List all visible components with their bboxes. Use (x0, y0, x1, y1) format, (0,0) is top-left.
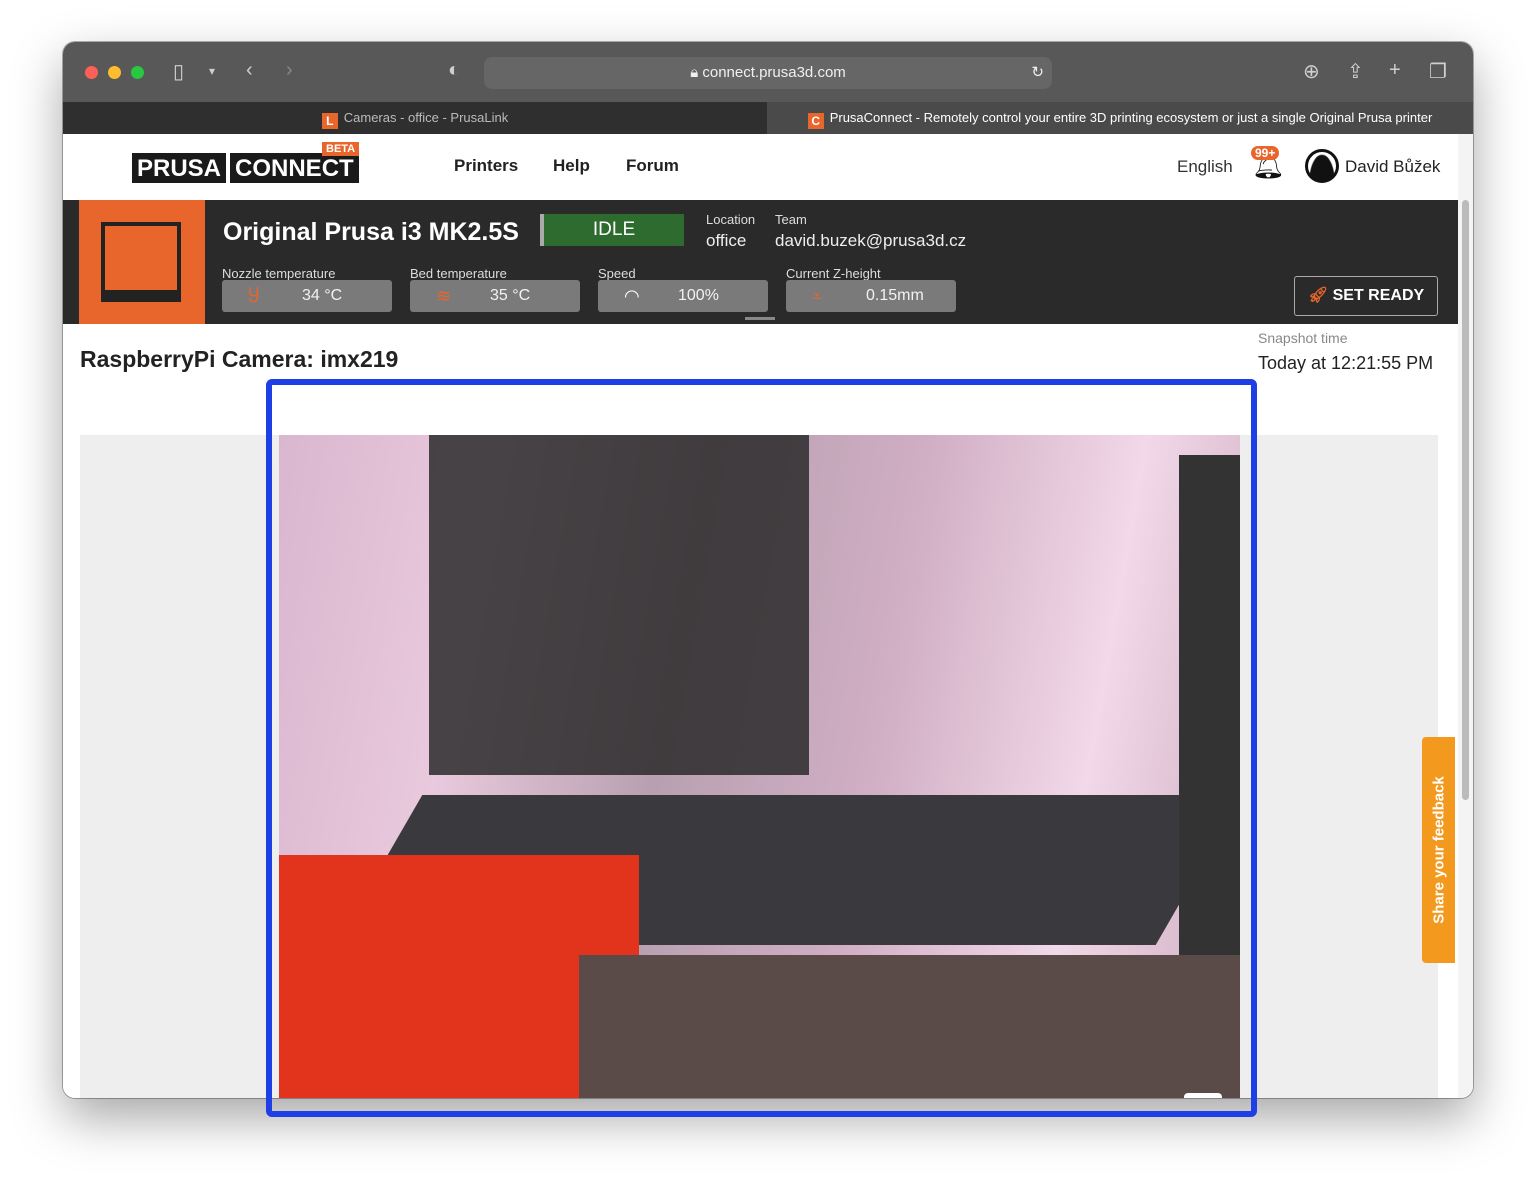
z-height-icon: ⩡ (812, 286, 823, 306)
address-bar[interactable]: 🔒︎ connect.prusa3d.com ↻ (484, 57, 1052, 89)
back-icon[interactable]: ‹ (246, 59, 253, 82)
speed-stat: ◠ 100% (598, 280, 768, 312)
tab-overview-icon[interactable]: ❐ (1429, 59, 1447, 84)
site-header: PRUSA CONNECT BETA Printers Help Forum En… (63, 134, 1458, 200)
shield-icon[interactable]: ◐ (448, 59, 460, 82)
set-ready-button[interactable]: 🚀︎ SET READY (1294, 276, 1438, 316)
feedback-label: Share your feedback (1430, 776, 1447, 924)
new-tab-icon[interactable]: + (1389, 59, 1401, 82)
title-bar: ▯ ▾ ‹ › ◐ 🔒︎ connect.prusa3d.com ↻ ⊕ ⇪ + … (63, 42, 1473, 102)
z-height-label: Current Z-height (786, 266, 881, 281)
prusaconnect-favicon-icon: C (807, 113, 824, 129)
team-label: Team (775, 212, 807, 227)
download-icon[interactable]: ⊕ (1303, 59, 1320, 84)
nozzle-label: Nozzle temperature (222, 266, 336, 281)
reload-icon[interactable]: ↻ (1031, 57, 1044, 89)
notification-badge: 99+ (1251, 146, 1280, 160)
maximize-button[interactable] (131, 66, 144, 79)
speed-label: Speed (598, 266, 636, 281)
snapshot-time: Today at 12:21:55 PM (1258, 353, 1434, 373)
expand-handle[interactable] (745, 317, 775, 320)
nozzle-temp-stat: Ⴘ 34 °C (222, 280, 392, 312)
snapshot-label: Snapshot time (1258, 330, 1348, 346)
printer-bar: Original Prusa i3 MK2.5S IDLE Location o… (63, 200, 1458, 324)
nav-forum[interactable]: Forum (626, 156, 679, 176)
scrollbar[interactable] (1458, 134, 1473, 1098)
nav-help[interactable]: Help (553, 156, 590, 176)
location-value: office (706, 231, 747, 250)
printer-name: Original Prusa i3 MK2.5S (223, 218, 519, 246)
sidebar-icon[interactable]: ▯ (173, 59, 184, 84)
user-name[interactable]: David Bůžek (1345, 157, 1440, 177)
lock-icon: 🔒︎ (690, 64, 703, 81)
printer-thumbnail (79, 200, 205, 324)
bed-temp-stat: ≋ 35 °C (410, 280, 580, 312)
status-badge: IDLE (540, 214, 684, 246)
feedback-tab[interactable]: Share your feedback (1422, 737, 1455, 963)
z-height-stat: ⩡ 0.15mm (786, 280, 956, 312)
avatar[interactable] (1305, 149, 1339, 183)
minimize-button[interactable] (108, 66, 121, 79)
tab-label: Cameras - office - PrusaLink (343, 110, 509, 125)
bed-label: Bed temperature (410, 266, 507, 281)
beta-badge: BETA (322, 142, 360, 156)
location-label: Location (706, 212, 756, 227)
nozzle-icon: Ⴘ (248, 286, 260, 306)
team-value: david.buzek@prusa3d.cz (775, 231, 967, 250)
camera-title: RaspberryPi Camera: imx219 (80, 346, 399, 372)
rocket-icon: 🚀︎ (1307, 287, 1333, 304)
tab-prusaconnect[interactable]: C PrusaConnect - Remotely control your en… (767, 102, 1473, 134)
bed-heat-icon: ≋ (436, 286, 452, 306)
share-icon[interactable]: ⇪ (1347, 59, 1364, 84)
prusa-connect-logo[interactable]: PRUSA CONNECT (132, 153, 359, 183)
close-button[interactable] (85, 66, 98, 79)
forward-icon[interactable]: › (286, 59, 293, 82)
speedometer-icon: ◠ (624, 286, 640, 306)
tab-label: PrusaConnect - Remotely control your ent… (829, 110, 1433, 125)
tab-bar: L Cameras - office - PrusaLink C PrusaConn… (63, 102, 1473, 134)
url-text: connect.prusa3d.com (702, 64, 846, 81)
tab-cameras[interactable]: L Cameras - office - PrusaLink (63, 102, 767, 134)
chevron-down-icon[interactable]: ▾ (209, 64, 215, 78)
nav-printers[interactable]: Printers (454, 156, 518, 176)
prusalink-favicon-icon: L (321, 113, 338, 129)
language-selector[interactable]: English (1177, 157, 1233, 177)
camera-highlight-frame (266, 379, 1257, 1117)
